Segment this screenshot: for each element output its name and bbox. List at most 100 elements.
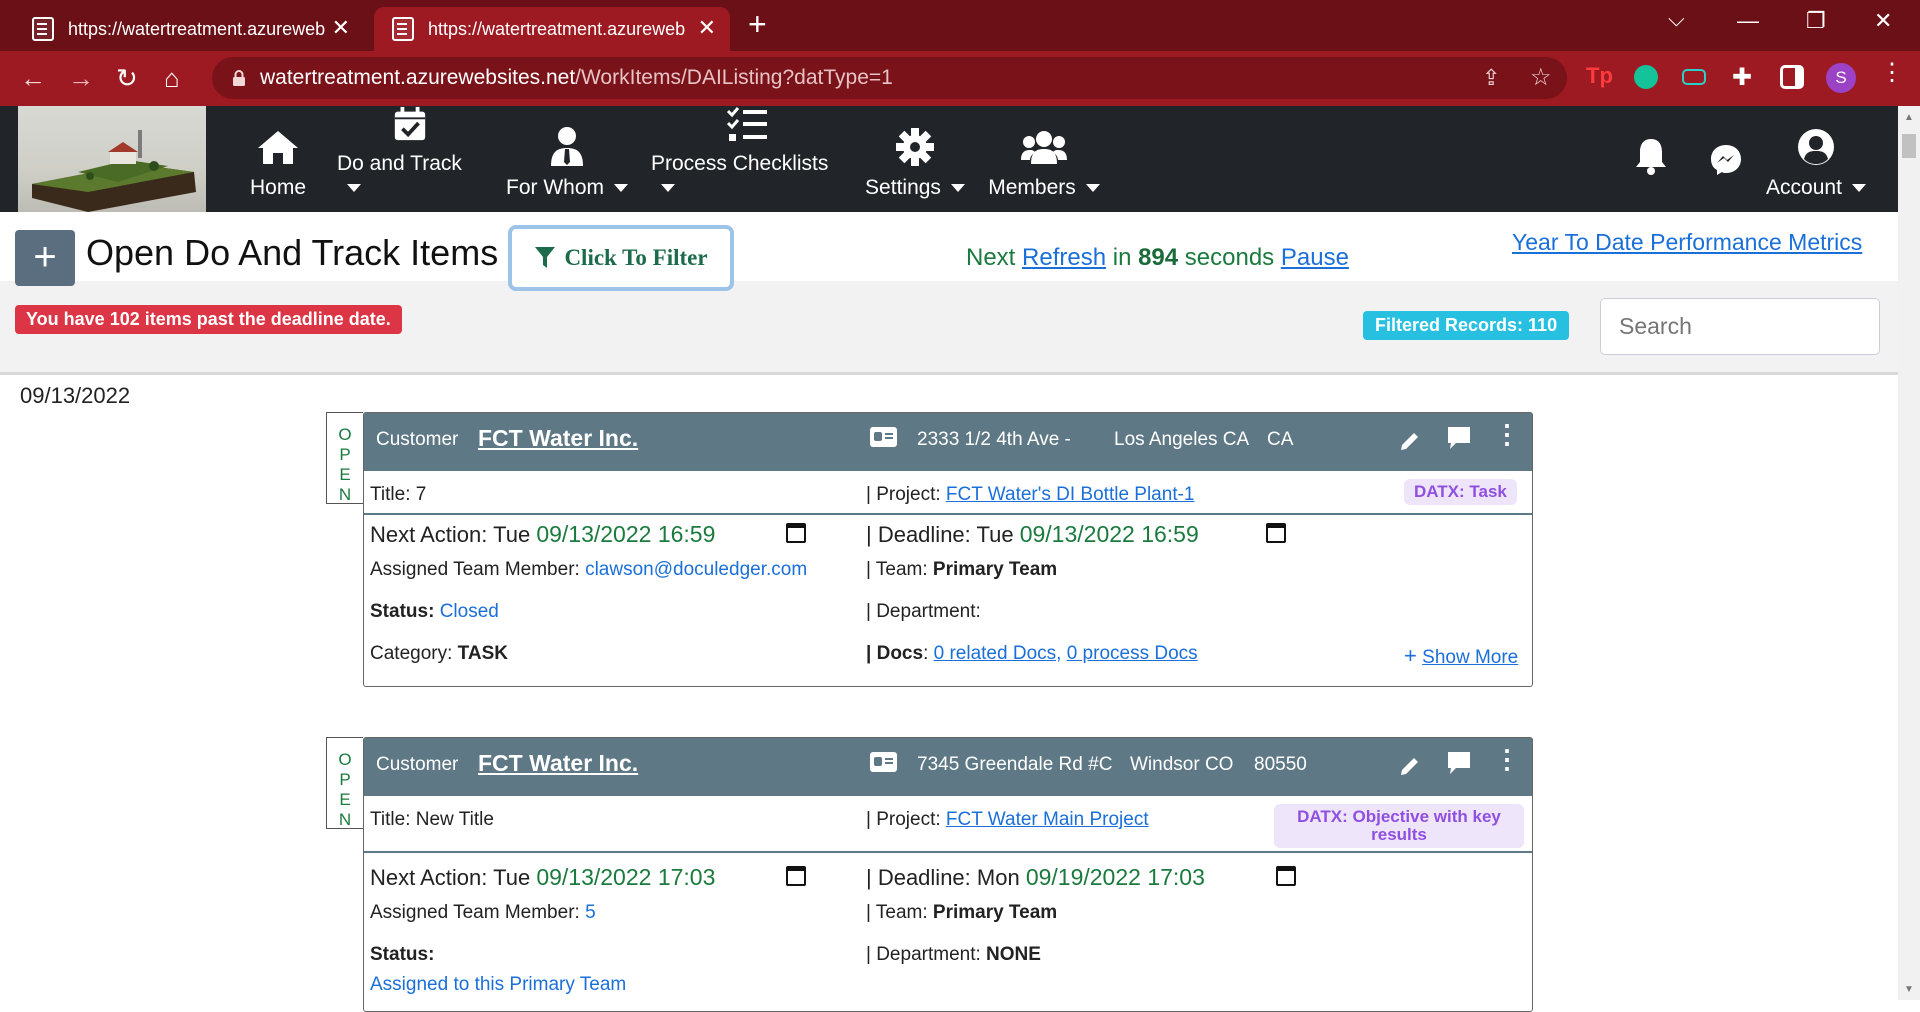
filter-button-label: Click To Filter bbox=[564, 245, 708, 270]
more-kebab-icon[interactable]: ⋮ bbox=[1494, 744, 1520, 775]
status-letter: E bbox=[339, 465, 351, 484]
next-action-row: Next Action: Tue 09/13/2022 16:59 bbox=[370, 521, 715, 548]
project-link[interactable]: FCT Water's DI Bottle Plant-1 bbox=[946, 484, 1195, 505]
nav-label: Members bbox=[988, 176, 1076, 199]
restore-icon[interactable]: ❐ bbox=[1806, 8, 1826, 34]
status-letter: P bbox=[339, 445, 351, 464]
scroll-down-icon[interactable]: ▼ bbox=[1904, 984, 1914, 995]
show-more-label[interactable]: Show More bbox=[1422, 647, 1518, 668]
chevron-down-icon bbox=[614, 184, 629, 193]
minimize-icon[interactable]: — bbox=[1737, 8, 1759, 34]
process-docs-link[interactable]: 0 process Docs bbox=[1067, 643, 1198, 664]
address-bar[interactable]: watertreatment.azurewebsites.net/WorkIte… bbox=[212, 57, 1567, 99]
forward-icon[interactable]: → bbox=[68, 63, 94, 94]
pencil-icon[interactable] bbox=[1398, 754, 1422, 778]
status-letter: O bbox=[338, 425, 352, 444]
status-row: Status: Closed bbox=[370, 601, 499, 623]
bookmark-star-icon[interactable]: ☆ bbox=[1530, 63, 1552, 92]
nav-process-checklists[interactable]: Process Checklists bbox=[651, 106, 843, 212]
page-scrollbar[interactable]: ▲ ▼ bbox=[1898, 106, 1920, 1000]
calendar-icon[interactable] bbox=[786, 523, 806, 543]
deadline-value: 09/13/2022 16:59 bbox=[1019, 521, 1199, 547]
assigned-link[interactable]: 5 bbox=[585, 902, 596, 923]
team-value: Primary Team bbox=[932, 559, 1058, 580]
tp-extension-icon[interactable]: Tp bbox=[1586, 63, 1613, 88]
profile-avatar[interactable]: S bbox=[1826, 63, 1856, 93]
nav-settings[interactable]: Settings bbox=[865, 106, 965, 212]
status-letter: P bbox=[339, 770, 351, 789]
add-item-button[interactable]: + bbox=[15, 230, 75, 286]
deadline-row: | Deadline: Mon 09/19/2022 17:03 bbox=[866, 864, 1205, 891]
refresh-link[interactable]: Refresh bbox=[1022, 244, 1106, 271]
ytd-metrics-link[interactable]: Year To Date Performance Metrics bbox=[1512, 229, 1862, 256]
close-icon[interactable]: ✕ bbox=[698, 15, 716, 41]
team-row: | Team: Primary Team bbox=[866, 559, 1057, 581]
messenger-icon[interactable] bbox=[1710, 144, 1742, 176]
plus-icon: + bbox=[1404, 643, 1417, 668]
nav-home[interactable]: Home bbox=[246, 106, 310, 212]
assigned-label: Assigned Team Member: bbox=[370, 559, 586, 580]
grammarly-icon[interactable] bbox=[1634, 65, 1658, 89]
more-kebab-icon[interactable]: ⋮ bbox=[1494, 419, 1520, 450]
tab-search-icon[interactable]: ⌵ bbox=[1668, 6, 1685, 32]
status-link[interactable]: Assigned to this Primary Team bbox=[370, 974, 626, 995]
team-label: | Team: bbox=[866, 559, 933, 580]
card-header: Customer FCT Water Inc. 2333 1/2 4th Ave… bbox=[364, 413, 1532, 471]
nav-members[interactable]: Members bbox=[988, 106, 1100, 212]
related-docs-link[interactable]: 0 related Docs, bbox=[934, 643, 1062, 664]
pause-link[interactable]: Pause bbox=[1281, 244, 1349, 271]
browser-tab[interactable]: https://watertreatment.azureweb ✕ bbox=[14, 7, 364, 51]
site-navbar: Home Do and Track For Whom Process Check… bbox=[0, 106, 1898, 212]
page-title: Open Do And Track Items bbox=[86, 232, 499, 273]
reload-icon[interactable]: ↻ bbox=[116, 63, 138, 94]
puzzle-icon[interactable]: ✚ bbox=[1732, 63, 1756, 91]
chevron-down-icon bbox=[1851, 184, 1866, 193]
close-icon[interactable]: ✕ bbox=[332, 15, 350, 41]
show-more-button[interactable]: + Show More bbox=[1404, 643, 1518, 669]
card-divider bbox=[364, 851, 1532, 853]
share-icon[interactable]: ⇪ bbox=[1482, 65, 1500, 91]
search-input[interactable] bbox=[1600, 298, 1880, 355]
scrollbar-thumb[interactable] bbox=[1902, 134, 1916, 158]
project-link[interactable]: FCT Water Main Project bbox=[946, 809, 1149, 830]
customer-label: Customer bbox=[376, 754, 459, 775]
calendar-icon[interactable] bbox=[786, 866, 806, 886]
close-window-icon[interactable]: ✕ bbox=[1874, 8, 1892, 34]
side-panel-icon[interactable] bbox=[1780, 65, 1804, 89]
comment-icon[interactable] bbox=[1446, 750, 1472, 776]
work-item-card: Customer FCT Water Inc. 7345 Greendale R… bbox=[363, 737, 1533, 1012]
filter-button[interactable]: Click To Filter bbox=[508, 225, 734, 291]
tab-title: https://watertreatment.azureweb bbox=[68, 18, 326, 39]
nav-account[interactable]: Account bbox=[1764, 106, 1868, 212]
chevron-down-icon bbox=[661, 184, 675, 193]
site-logo[interactable] bbox=[18, 106, 206, 212]
menu-kebab-icon[interactable]: ⋮ bbox=[1880, 61, 1904, 85]
city: Los Angeles CA bbox=[1114, 429, 1250, 450]
scroll-up-icon[interactable]: ▲ bbox=[1904, 112, 1914, 123]
browser-tab-active[interactable]: https://watertreatment.azureweb ✕ bbox=[374, 7, 730, 51]
extension-icon[interactable] bbox=[1682, 69, 1706, 85]
bell-icon[interactable] bbox=[1634, 136, 1668, 176]
nav-for-whom[interactable]: For Whom bbox=[506, 106, 629, 212]
nav-do-and-track[interactable]: Do and Track bbox=[337, 106, 483, 212]
back-icon[interactable]: ← bbox=[20, 63, 46, 94]
status-letter: O bbox=[338, 750, 352, 769]
assigned-link[interactable]: clawson@doculedger.com bbox=[585, 559, 807, 580]
status-link[interactable]: Closed bbox=[440, 601, 499, 622]
customer-link[interactable]: FCT Water Inc. bbox=[478, 750, 638, 777]
calendar-icon[interactable] bbox=[1266, 523, 1286, 543]
new-tab-icon[interactable]: + bbox=[748, 6, 767, 43]
project-label: | Project: bbox=[866, 484, 946, 505]
pencil-icon[interactable] bbox=[1398, 429, 1422, 453]
home-icon bbox=[258, 131, 298, 164]
chevron-down-icon bbox=[347, 184, 361, 193]
datx-badge: DATX: Objective with key results bbox=[1274, 804, 1524, 848]
next-action-label: Next Action: Tue bbox=[370, 522, 537, 547]
page-icon bbox=[32, 17, 54, 41]
deadline-label: | Deadline: Mon bbox=[866, 865, 1026, 890]
nav-label: Home bbox=[249, 176, 307, 199]
customer-link[interactable]: FCT Water Inc. bbox=[478, 425, 638, 452]
home-icon[interactable]: ⌂ bbox=[164, 63, 180, 94]
comment-icon[interactable] bbox=[1446, 425, 1472, 451]
calendar-icon[interactable] bbox=[1276, 866, 1296, 886]
